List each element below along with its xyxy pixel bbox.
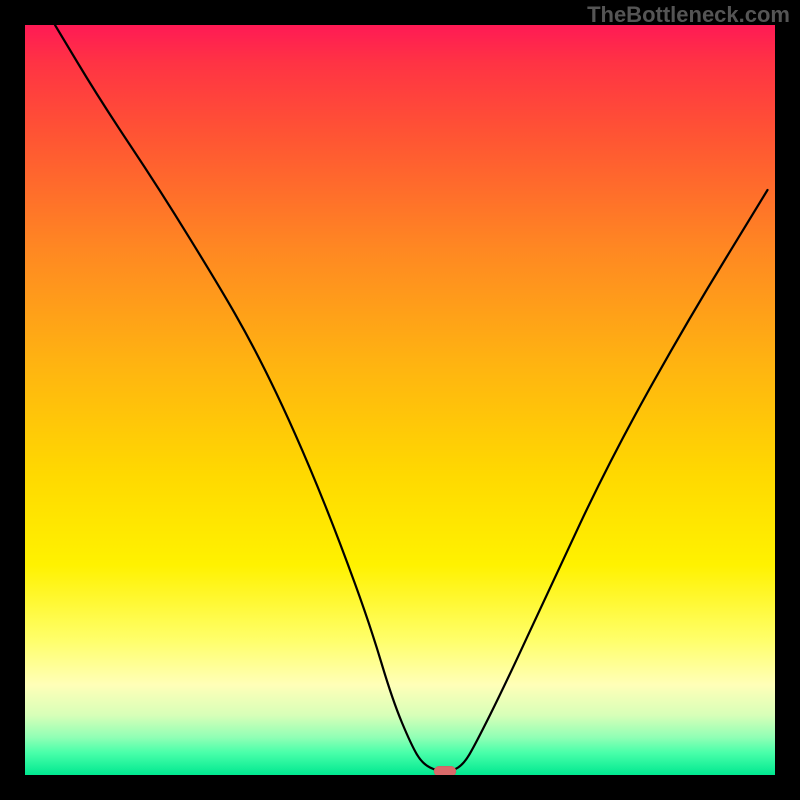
- chart-svg: [25, 25, 775, 775]
- plot-area: [25, 25, 775, 775]
- optimal-marker: [434, 766, 456, 775]
- chart-container: TheBottleneck.com: [0, 0, 800, 800]
- watermark-text: TheBottleneck.com: [587, 2, 790, 28]
- bottleneck-curve: [55, 25, 768, 771]
